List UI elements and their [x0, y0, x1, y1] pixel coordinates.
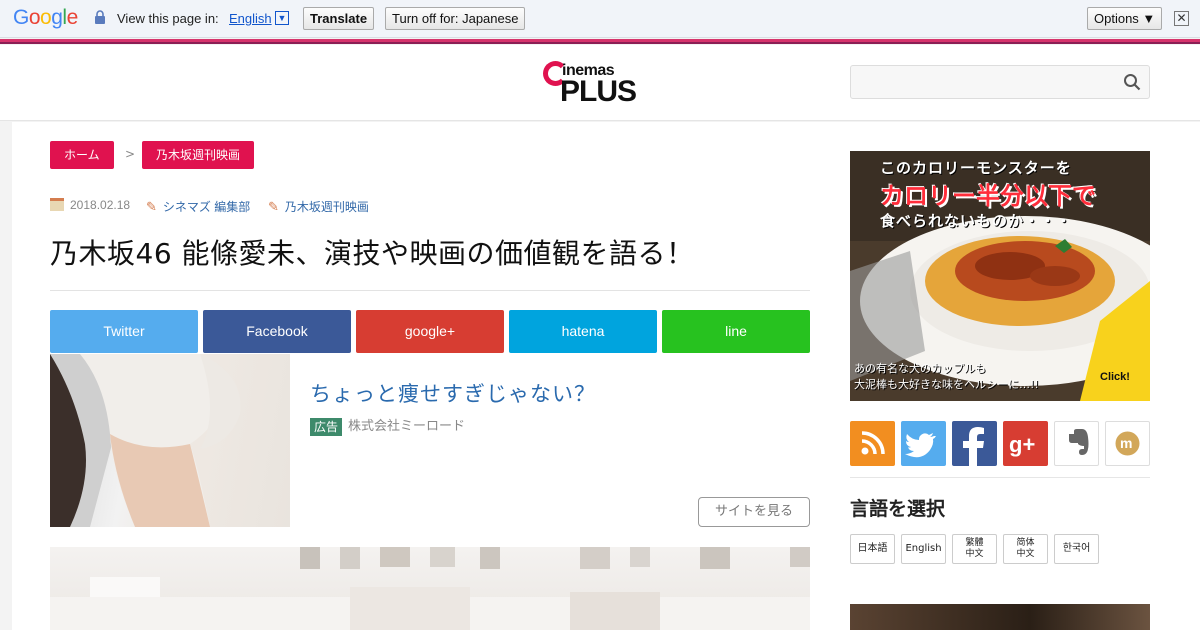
post-date-text: 2018.02.18 [70, 198, 131, 212]
translate-prompt: View this page in: [117, 11, 219, 26]
article-title: 乃木坂46 能條愛未、演技や映画の価値観を語る！ [50, 237, 695, 270]
ad-headline[interactable]: ちょっと痩せすぎじゃない？ [310, 378, 596, 408]
title-divider [50, 290, 810, 291]
rss-button[interactable] [850, 421, 895, 466]
turn-off-button[interactable]: Turn off for: Japanese [385, 7, 526, 30]
ad-visit-button[interactable]: サイトを見る [698, 497, 810, 527]
lock-icon [95, 10, 105, 24]
ad-bottom-text: あの有名な犬のカップルも 大泥棒も大好きな味をヘルシーに…!! [854, 361, 1039, 393]
lang-simplified-line-1: 简体 [1016, 538, 1035, 548]
google-plus-follow-button[interactable]: g+ [1003, 421, 1048, 466]
lang-japanese[interactable]: 日本語 [850, 534, 895, 564]
twitter-icon [905, 433, 936, 458]
rss-icon [861, 431, 885, 455]
evernote-button[interactable] [1054, 421, 1099, 466]
post-category-text[interactable]: 乃木坂週刊映画 [285, 200, 369, 214]
search-box [850, 65, 1150, 99]
ad-image[interactable] [50, 354, 290, 527]
lang-korean[interactable]: 한국어 [1054, 534, 1099, 564]
lang-traditional-line-1: 繁體 [965, 538, 984, 548]
ad-bottom-line-1: あの有名な犬のカップルも [854, 362, 986, 375]
lang-simplified-line-2: 中文 [1016, 549, 1035, 559]
google-logo: Google [13, 6, 78, 29]
share-twitter-button[interactable]: Twitter [50, 310, 198, 353]
lang-traditional-chinese[interactable]: 繁體 中文 [952, 534, 997, 564]
twitter-follow-button[interactable] [901, 421, 946, 466]
ad-line-2: カロリー半分以下で [880, 182, 1096, 210]
translate-button[interactable]: Translate [303, 7, 375, 30]
ad-line-3: 食べられないものか・・・ [880, 212, 1073, 230]
lang-english[interactable]: English [901, 534, 946, 564]
accent-stripe [0, 39, 1200, 44]
search-icon[interactable] [1123, 73, 1141, 91]
post-date: 2018.02.18 [50, 198, 130, 212]
evernote-icon [1069, 429, 1089, 455]
language-dropdown-icon[interactable]: ▼ [275, 11, 289, 25]
share-google-button[interactable]: google+ [356, 310, 504, 353]
main-content: ホーム > 乃木坂週刊映画 2018.02.18 ✎ シネマズ 編集部 ✎ 乃木坂週… [12, 122, 1200, 630]
translate-bar: Google View this page in: English ▼ Tran… [0, 0, 1200, 38]
logo-big-text: PLUS [560, 75, 637, 108]
lang-simplified-chinese[interactable]: 简体 中文 [1003, 534, 1048, 564]
mixi-icon: m [1115, 431, 1140, 456]
sidebar-bottom-image[interactable] [850, 604, 1150, 630]
sidebar-ad[interactable]: このカロリーモンスターを カロリー半分以下で 食べられないものか・・・ あの有名… [850, 151, 1150, 401]
ad-click-label[interactable]: Click! [1100, 371, 1130, 383]
ad-line-1: このカロリーモンスターを [880, 159, 1072, 177]
pencil-icon: ✎ [268, 199, 279, 214]
breadcrumb-category[interactable]: 乃木坂週刊映画 [142, 141, 255, 169]
site-logo[interactable]: inemas PLUS [540, 60, 644, 108]
article-hero-image [50, 547, 810, 630]
svg-text:m: m [1120, 435, 1132, 451]
ad-bottom-line-2: 大泥棒も大好きな味をヘルシーに…!! [854, 378, 1039, 391]
ad-badge: 広告 [310, 418, 343, 436]
post-category[interactable]: ✎ 乃木坂週刊映画 [268, 198, 369, 215]
facebook-icon [963, 427, 984, 466]
breadcrumb-home[interactable]: ホーム [50, 141, 114, 169]
ad-sponsor: 株式会社ミーロード [348, 419, 466, 434]
lang-traditional-line-2: 中文 [965, 549, 984, 559]
share-line-button[interactable]: line [662, 310, 810, 353]
google-plus-icon: g+ [1009, 432, 1035, 457]
calendar-icon [50, 198, 64, 211]
svg-text:g+: g+ [1009, 432, 1035, 457]
facebook-follow-button[interactable] [952, 421, 997, 466]
language-link[interactable]: English [229, 11, 272, 26]
close-icon[interactable]: ✕ [1174, 11, 1189, 26]
search-input[interactable] [851, 66, 1111, 98]
share-hatena-button[interactable]: hatena [509, 310, 657, 353]
post-author-text[interactable]: シネマズ 編集部 [163, 200, 250, 214]
post-author[interactable]: ✎ シネマズ 編集部 [146, 198, 250, 215]
pencil-icon: ✎ [146, 199, 157, 214]
mixi-button[interactable]: m [1105, 421, 1150, 466]
share-facebook-button[interactable]: Facebook [203, 310, 351, 353]
site-header: inemas PLUS [0, 45, 1200, 121]
language-select-title: 言語を選択 [850, 498, 946, 520]
sidebar-divider [850, 477, 1150, 478]
sponsored-ad[interactable]: ちょっと痩せすぎじゃない？ 広告 株式会社ミーロード サイトを見る [50, 354, 810, 527]
options-button[interactable]: Options ▼ [1087, 7, 1163, 30]
breadcrumb-separator: > [125, 147, 136, 161]
